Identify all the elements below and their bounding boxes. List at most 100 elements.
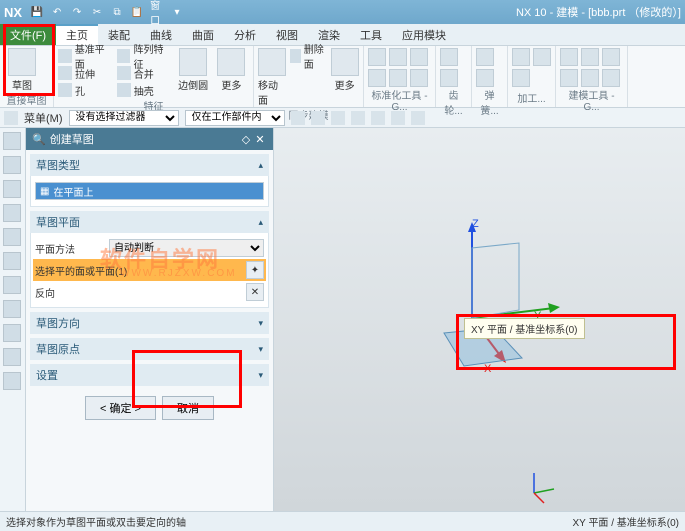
- sketch-icon: [8, 48, 36, 76]
- rb-assembly-icon[interactable]: [3, 180, 21, 198]
- moveface-icon: [258, 48, 286, 76]
- z-axis-label: Z: [472, 218, 479, 230]
- sketch-button[interactable]: 草图: [4, 48, 40, 92]
- feature-more-btn[interactable]: 更多: [214, 48, 249, 92]
- group-sketch-label: 直接草图: [4, 92, 49, 107]
- extrude-icon: [58, 66, 72, 80]
- group-gear-label: 齿轮...: [440, 87, 467, 117]
- title-bar: NX 💾 ↶ ↷ ✂ ⧉ 📋 窗口 ▾ NX 10 - 建模 - [bbb.pr…: [0, 0, 685, 24]
- opt-icon-3[interactable]: [331, 111, 345, 125]
- rb-roles-icon[interactable]: [3, 348, 21, 366]
- edgeblend-icon: [179, 48, 207, 76]
- chevron-up-icon: ▴: [258, 217, 263, 228]
- std-tools[interactable]: [368, 48, 428, 87]
- find-icon[interactable]: 🔍: [32, 133, 46, 146]
- extrude-btn[interactable]: 拉伸: [58, 65, 114, 81]
- union-icon: [117, 66, 131, 80]
- section-settings-header[interactable]: 设置▾: [30, 364, 269, 386]
- pick-plane-button[interactable]: ✦: [246, 261, 264, 279]
- view-triad: [522, 465, 562, 505]
- dialog-title: 创建草图: [50, 131, 94, 147]
- rb-history-icon[interactable]: [3, 300, 21, 318]
- watermark-url: WWW.RJZXW.COM: [120, 268, 237, 279]
- tab-surface[interactable]: 曲面: [182, 24, 224, 45]
- opt-icon-5[interactable]: [371, 111, 385, 125]
- opt-icon-6[interactable]: [391, 111, 405, 125]
- spring-tools[interactable]: [476, 48, 503, 87]
- section-origin-header[interactable]: 草图原点▾: [30, 338, 269, 360]
- group-std-label: 标准化工具 - G...: [368, 87, 431, 113]
- edgeblend-btn[interactable]: 边倒圆: [176, 48, 211, 92]
- reverse-label: 反向: [35, 285, 105, 300]
- plane-tooltip: XY 平面 / 基准坐标系(0): [464, 318, 585, 339]
- ok-button[interactable]: < 确定 >: [85, 396, 156, 420]
- model-tools[interactable]: [560, 48, 620, 87]
- pattern-icon: [117, 49, 131, 63]
- sync-more-btn[interactable]: 更多: [330, 48, 359, 92]
- tab-file[interactable]: 文件(F): [0, 24, 56, 45]
- create-sketch-dialog: 🔍 创建草图 ◇ ✕ 草图类型▴ ▦ 在平面上 草图平面▴: [26, 128, 274, 511]
- status-selection: XY 平面 / 基准坐标系(0): [573, 514, 680, 529]
- shell-icon: [117, 83, 131, 97]
- rb-gear-icon[interactable]: [3, 132, 21, 150]
- save-icon[interactable]: 💾: [30, 5, 44, 19]
- rb-partnav-icon[interactable]: [3, 156, 21, 174]
- redo-icon[interactable]: ↷: [70, 5, 84, 19]
- ribbon: 草图 直接草图 基准平面 拉伸 孔 阵列特征 合并 抽壳 边倒圆 更多 特征 移…: [0, 46, 685, 108]
- rb-hd3d-icon[interactable]: [3, 252, 21, 270]
- group-model-label: 建模工具 - G...: [560, 87, 623, 113]
- chevron-down-icon: ▾: [258, 318, 263, 329]
- rb-browser-icon[interactable]: [3, 276, 21, 294]
- shell-btn[interactable]: 抽壳: [117, 82, 173, 98]
- cut-icon[interactable]: ✂: [90, 5, 104, 19]
- rb-sys-icon[interactable]: [3, 372, 21, 390]
- section-type-header[interactable]: 草图类型▴: [30, 154, 269, 176]
- mach-tools[interactable]: [512, 48, 551, 87]
- dialog-close-icon[interactable]: ✕: [253, 133, 267, 146]
- paste-icon[interactable]: 📋: [130, 5, 144, 19]
- nx-logo: NX: [4, 5, 22, 20]
- deleteface-btn[interactable]: 删除面: [290, 48, 328, 64]
- tab-app[interactable]: 应用模块: [392, 24, 456, 45]
- gear-tools[interactable]: [440, 48, 467, 87]
- opt-icon-7[interactable]: [411, 111, 425, 125]
- opt-icon-4[interactable]: [351, 111, 365, 125]
- rb-reuse-icon[interactable]: [3, 228, 21, 246]
- hole-btn[interactable]: 孔: [58, 82, 114, 98]
- tab-view[interactable]: 视图: [266, 24, 308, 45]
- section-dir-header[interactable]: 草图方向▾: [30, 312, 269, 334]
- datum-plane-btn[interactable]: 基准平面: [58, 48, 114, 64]
- union-btn[interactable]: 合并: [117, 65, 173, 81]
- cancel-button[interactable]: 取消: [162, 396, 214, 420]
- dialog-titlebar: 🔍 创建草图 ◇ ✕: [26, 128, 273, 150]
- undo-icon[interactable]: ↶: [50, 5, 64, 19]
- window-menu[interactable]: 窗口: [150, 5, 164, 19]
- tab-tools[interactable]: 工具: [350, 24, 392, 45]
- dialog-pin-icon[interactable]: ◇: [239, 133, 253, 146]
- reverse-button[interactable]: ✕: [246, 283, 264, 301]
- group-spring-label: 弹簧...: [476, 87, 503, 117]
- opt-icon-2[interactable]: [311, 111, 325, 125]
- chevron-down-icon: ▾: [258, 370, 263, 381]
- menu-dropdown[interactable]: 菜单(M): [24, 110, 63, 126]
- copy-icon[interactable]: ⧉: [110, 5, 124, 19]
- section-plane-header[interactable]: 草图平面▴: [30, 211, 269, 233]
- menu-icon[interactable]: [4, 111, 18, 125]
- moveface-btn[interactable]: 移动面: [258, 48, 287, 107]
- quick-access-toolbar: 💾 ↶ ↷ ✂ ⧉ 📋 窗口 ▾: [30, 5, 516, 19]
- datum-icon: [58, 49, 72, 63]
- pattern-btn[interactable]: 阵列特征: [117, 48, 173, 64]
- rb-constr-icon[interactable]: [3, 204, 21, 222]
- tab-analyze[interactable]: 分析: [224, 24, 266, 45]
- opt-icon-1[interactable]: [291, 111, 305, 125]
- main-row: 🔍 创建草图 ◇ ✕ 草图类型▴ ▦ 在平面上 草图平面▴: [0, 128, 685, 511]
- chevron-down-icon: ▾: [258, 344, 263, 355]
- graphics-viewport[interactable]: Z Y X XY 平面 / 基准坐标系(0): [274, 128, 685, 511]
- scope-select[interactable]: 仅在工作部件内: [185, 110, 285, 126]
- chevron-down-icon[interactable]: ▾: [170, 5, 184, 19]
- rb-process-icon[interactable]: [3, 324, 21, 342]
- plane-method-label: 平面方法: [35, 241, 105, 256]
- filter-select[interactable]: 没有选择过滤器: [69, 110, 179, 126]
- sketch-type-combo[interactable]: ▦ 在平面上: [35, 182, 264, 200]
- group-mach-label: 加工...: [512, 90, 551, 105]
